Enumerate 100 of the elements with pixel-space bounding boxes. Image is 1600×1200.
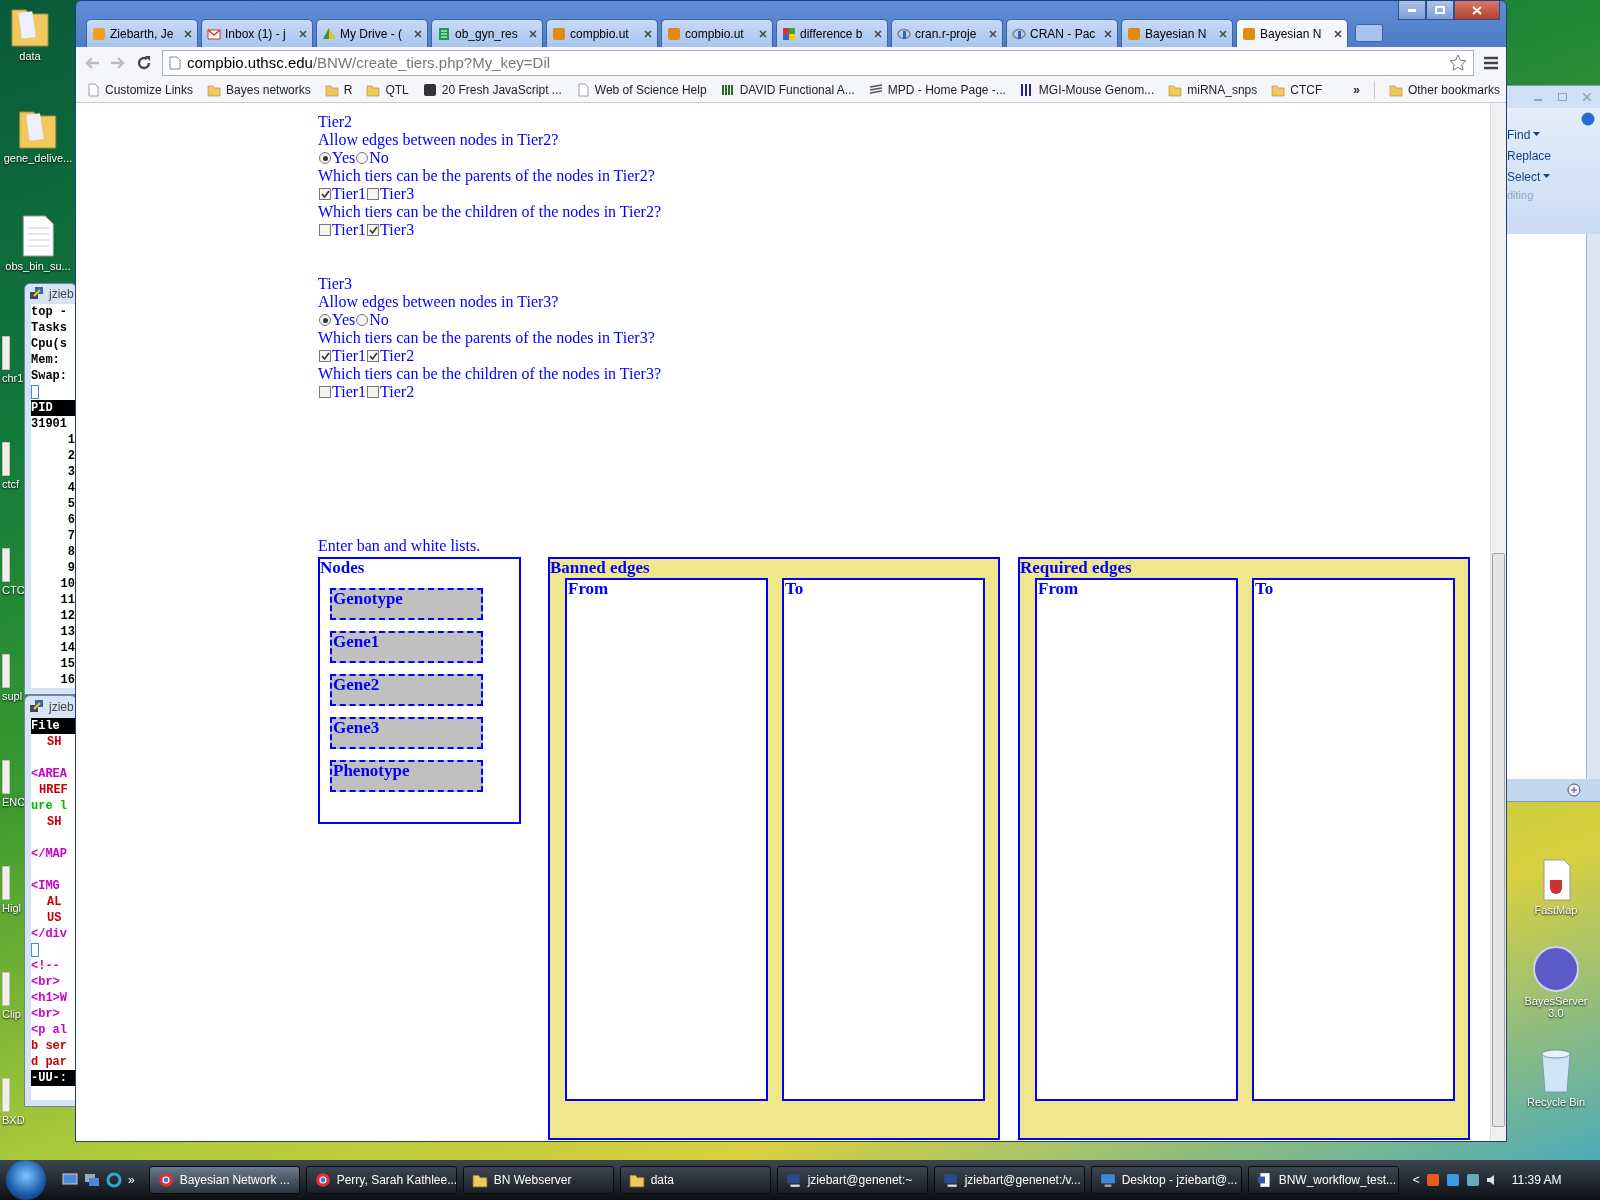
browser-tab[interactable]: Bayesian N (1121, 19, 1233, 47)
browser-tab[interactable]: Ziebarth, Je (86, 19, 198, 47)
desktop-icon[interactable] (62, 1173, 78, 1187)
desktop-icon-label[interactable]: gene_delive... (3, 152, 73, 164)
close-icon[interactable] (874, 29, 882, 38)
menu-icon[interactable] (1484, 55, 1498, 70)
bookmark-link[interactable]: Web of Science Help (575, 83, 707, 97)
bookmark-link[interactable]: miRNA_snps (1168, 83, 1258, 97)
zoom-in-icon[interactable] (1567, 783, 1581, 797)
bookmark-link[interactable]: Customize Links (86, 83, 194, 97)
clock[interactable]: 11:39 AM (1511, 1173, 1562, 1187)
ribbon-button[interactable]: Replace (1507, 145, 1600, 166)
close-icon[interactable] (759, 29, 767, 38)
radio-label[interactable]: Yes (332, 149, 356, 167)
scrollbar[interactable] (1586, 234, 1600, 779)
desktop-icon-label[interactable]: ctcf (2, 478, 20, 490)
drop-zone[interactable]: To (1252, 578, 1455, 1101)
browser-tab[interactable]: compbio.ut (661, 19, 773, 47)
checkbox-label[interactable]: Tier2 (380, 383, 415, 401)
checkbox[interactable] (367, 224, 380, 236)
close-icon[interactable] (414, 29, 422, 38)
desktop-icon-label[interactable]: CTC (2, 584, 25, 596)
browser-tab[interactable]: CRAN - Pac (1006, 19, 1118, 47)
checkbox[interactable] (367, 350, 380, 362)
close-icon[interactable] (989, 29, 997, 38)
draggable-node[interactable]: Genotype (330, 588, 483, 620)
sphere-logo-icon[interactable] (1532, 945, 1580, 993)
more-button[interactable]: » (128, 1173, 135, 1187)
bookmark-link[interactable]: QTL (366, 83, 409, 97)
maximize-button[interactable] (1426, 1, 1454, 20)
more-bookmarks-button[interactable]: » (1353, 83, 1360, 97)
bookmark-link[interactable]: Other bookmarks (1388, 83, 1500, 97)
checkbox-label[interactable]: Tier2 (380, 347, 415, 365)
taskbar-button[interactable]: data (619, 1166, 771, 1194)
browser-tab[interactable]: Inbox (1) - j (201, 19, 313, 47)
radio-button[interactable] (356, 314, 369, 326)
bookmark-link[interactable]: MPD - Home Page -... (868, 83, 1006, 97)
desktop-icon-label[interactable]: ENC (2, 796, 26, 808)
reload-icon[interactable] (136, 54, 152, 71)
checkbox-label[interactable]: Tier3 (380, 185, 415, 203)
close-icon[interactable] (1104, 29, 1112, 38)
ribbon-button[interactable]: Find (1507, 124, 1600, 145)
close-icon[interactable] (299, 29, 307, 38)
radio-button[interactable] (356, 152, 369, 164)
checkbox-label[interactable]: Tier1 (332, 347, 367, 365)
taskbar-button[interactable]: jziebart@genenet:/v... (933, 1166, 1085, 1194)
drop-zone[interactable]: From (1035, 578, 1238, 1101)
checkbox-label[interactable]: Tier1 (332, 185, 367, 203)
checkbox[interactable] (319, 224, 331, 236)
checkbox-label[interactable]: Tier1 (332, 221, 367, 239)
close-icon[interactable] (1219, 29, 1227, 38)
desktop-icon-label[interactable]: data (19, 50, 41, 62)
drop-zone[interactable]: From (565, 578, 768, 1101)
checkbox[interactable] (319, 386, 331, 398)
checkbox[interactable] (319, 188, 331, 200)
start-button[interactable] (6, 1160, 46, 1200)
browser-tab[interactable]: difference b (776, 19, 888, 47)
browser-tab[interactable]: Bayesian N (1236, 19, 1348, 47)
browser-tab[interactable]: compbio.ut (546, 19, 658, 47)
star-icon[interactable] (1449, 53, 1467, 72)
desktop-icon-label[interactable]: obs_bin_su... (5, 260, 71, 272)
checkbox[interactable] (319, 350, 331, 362)
close-icon[interactable] (529, 29, 537, 38)
taskbar-button[interactable]: Bayesian Network ... (148, 1166, 300, 1194)
new-tab-button[interactable] (1355, 24, 1383, 42)
text-file-icon[interactable] (21, 214, 55, 258)
close-icon[interactable] (1334, 29, 1342, 38)
close-button[interactable] (1454, 1, 1500, 20)
desktop-icon-label[interactable]: chr1 (2, 372, 24, 384)
browser-tab[interactable]: My Drive - ( (316, 19, 428, 47)
taskbar-button[interactable]: BNW_workflow_test... (1247, 1166, 1399, 1194)
ribbon-button[interactable]: Select (1507, 166, 1600, 187)
checkbox[interactable] (367, 188, 380, 200)
close-icon[interactable] (644, 29, 652, 38)
checkbox-label[interactable]: Tier3 (380, 221, 415, 239)
radio-button[interactable] (319, 314, 331, 326)
scrollbar[interactable] (1490, 103, 1506, 1141)
show-hidden-icons-button[interactable]: < (1412, 1173, 1420, 1187)
bookmark-link[interactable]: 20 Fresh JavaScript ... (422, 83, 562, 97)
close-icon[interactable] (184, 29, 192, 38)
draggable-node[interactable]: Phenotype (330, 760, 483, 792)
drop-zone[interactable]: To (782, 578, 985, 1101)
window-switch-icon[interactable] (84, 1173, 100, 1187)
radio-label[interactable]: Yes (332, 311, 356, 329)
taskbar-button[interactable]: BN Webserver (462, 1166, 614, 1194)
bookmark-link[interactable]: Bayes networks (207, 83, 311, 97)
browser-tab[interactable]: cran.r-proje (891, 19, 1003, 47)
radio-label[interactable]: No (369, 311, 389, 329)
taskbar-button[interactable]: jziebart@genenet:~ (776, 1166, 928, 1194)
bookmark-link[interactable]: R (324, 83, 353, 97)
radio-label[interactable]: No (369, 149, 389, 167)
help-icon[interactable] (1581, 112, 1595, 126)
taskbar-button[interactable]: Perry, Sarah Kathlee... (305, 1166, 457, 1194)
taskbar-button[interactable]: Desktop - jziebart@... (1090, 1166, 1242, 1194)
desktop-icon-label[interactable]: supl (2, 690, 23, 702)
checkbox-label[interactable]: Tier1 (332, 383, 367, 401)
checkbox[interactable] (367, 386, 380, 398)
draggable-node[interactable]: Gene3 (330, 717, 483, 749)
radio-button[interactable] (319, 152, 331, 164)
address-field[interactable]: compbio.uthsc.edu/BNW/create_tiers.php?My_key=Dil (162, 49, 1474, 76)
